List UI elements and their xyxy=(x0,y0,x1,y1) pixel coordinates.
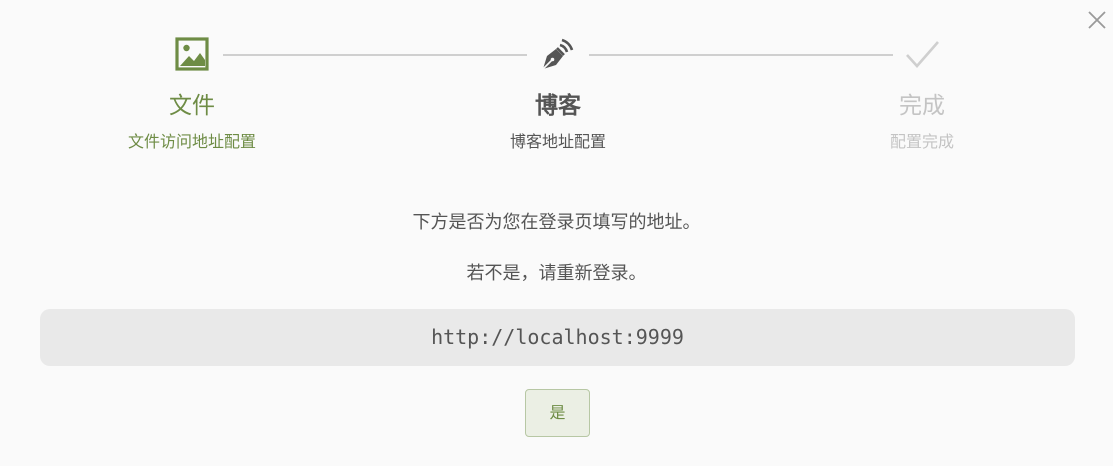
message-line-1: 下方是否为您在登录页填写的地址。 xyxy=(412,212,701,233)
close-icon xyxy=(1088,11,1106,29)
step-title: 完成 xyxy=(899,93,945,119)
step-subtitle: 文件访问地址配置 xyxy=(127,132,256,151)
step-subtitle: 配置完成 xyxy=(889,132,954,151)
image-icon xyxy=(175,37,209,71)
message-line-2: 若不是，请重新登录。 xyxy=(466,263,647,284)
step-connector-2 xyxy=(589,54,893,56)
checkmark-icon xyxy=(906,41,939,68)
fountain-pen-icon xyxy=(542,38,574,70)
step-subtitle: 博客地址配置 xyxy=(509,132,606,151)
confirm-button[interactable]: 是 xyxy=(525,389,590,437)
step-title: 文件 xyxy=(169,93,215,119)
step-title: 博客 xyxy=(535,93,581,119)
url-display: http://localhost:9999 xyxy=(40,309,1075,366)
step-connector-1 xyxy=(223,54,527,56)
close-button[interactable] xyxy=(1087,10,1107,30)
